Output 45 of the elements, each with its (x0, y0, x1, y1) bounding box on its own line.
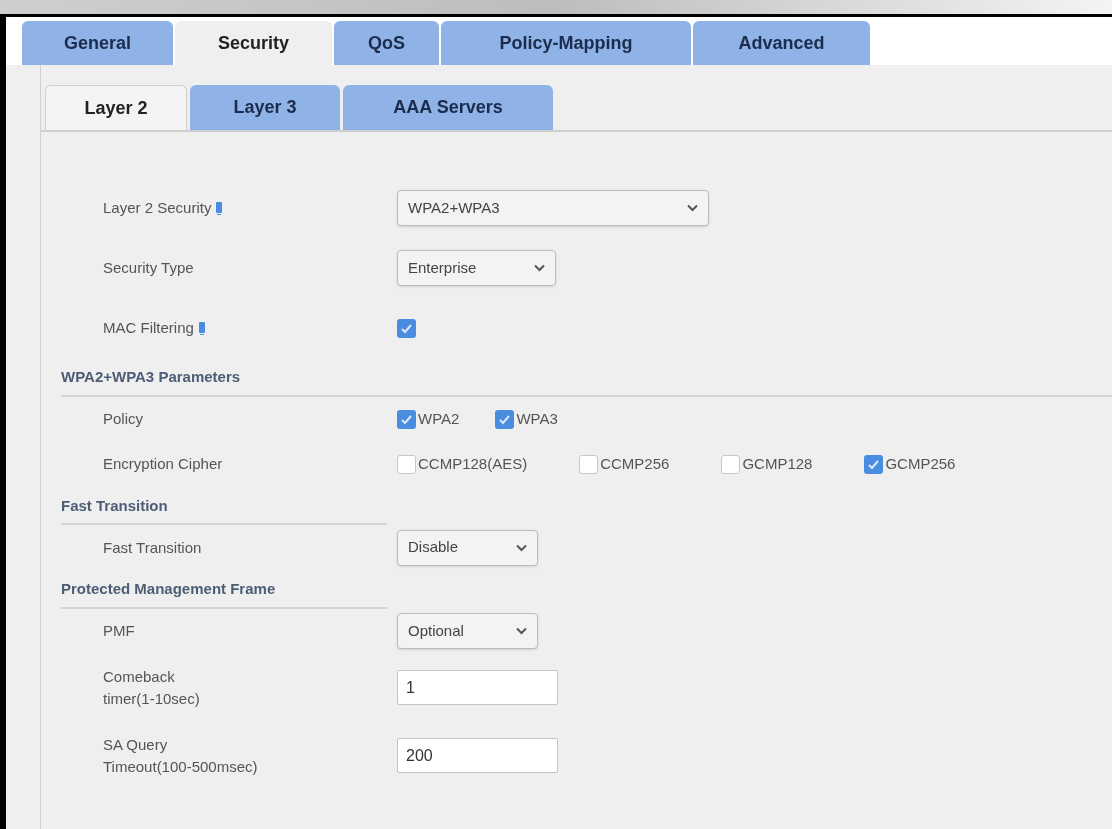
field-label: Policy (103, 409, 143, 430)
option-label: CCMP128(AES) (418, 453, 528, 474)
section-heading: Fast Transition (61, 495, 169, 516)
option-label: GCMP256 (885, 453, 956, 474)
tab[interactable]: QoS (334, 21, 439, 65)
checkbox[interactable] (397, 409, 416, 429)
checkbox[interactable] (579, 454, 599, 474)
option-label: GCMP128 (742, 453, 813, 474)
tab[interactable]: AAA Servers (343, 85, 553, 130)
field-label: Encryption Cipher (103, 454, 223, 475)
option-label: WPA3 (516, 408, 558, 429)
field-label: SA Query Timeout(100-500msec) (103, 734, 258, 777)
chevron-down-icon (687, 204, 698, 212)
dropdown[interactable]: Optional (397, 613, 538, 649)
tab[interactable]: Security (175, 21, 332, 65)
input-field[interactable]: 1 (397, 670, 558, 705)
tab[interactable]: Advanced (693, 21, 870, 65)
field-label: Fast Transition (103, 537, 202, 558)
checkbox[interactable] (397, 454, 416, 474)
tab[interactable]: General (22, 21, 173, 65)
info-icon[interactable] (215, 201, 224, 215)
tab[interactable]: Layer 2 (45, 85, 187, 130)
section-heading: WPA2+WPA3 Parameters (61, 367, 242, 387)
option-label: CCMP256 (600, 453, 670, 474)
checkbox[interactable] (495, 409, 515, 429)
field-label: Comeback timer(1-10sec) (103, 666, 200, 709)
field-label: PMF (103, 621, 135, 642)
checkbox[interactable] (864, 454, 884, 474)
checkbox[interactable] (721, 454, 741, 474)
field-label: Layer 2 Security (103, 198, 212, 219)
section-heading: Protected Management Frame (61, 579, 277, 599)
dropdown[interactable]: WPA2+WPA3 (397, 190, 709, 226)
dropdown[interactable]: Enterprise (397, 250, 556, 286)
checkbox[interactable] (397, 318, 416, 338)
chevron-down-icon (516, 543, 527, 552)
field-label: Security Type (103, 258, 194, 279)
dropdown[interactable]: Disable (397, 529, 538, 566)
tab[interactable]: Policy-Mapping (441, 21, 691, 65)
input-field[interactable]: 200 (397, 738, 558, 773)
info-icon[interactable] (197, 321, 206, 335)
field-label: MAC Filtering (103, 318, 194, 339)
chevron-down-icon (516, 627, 527, 635)
chevron-down-icon (534, 264, 545, 272)
option-label: WPA2 (418, 408, 460, 429)
tab[interactable]: Layer 3 (190, 85, 340, 130)
